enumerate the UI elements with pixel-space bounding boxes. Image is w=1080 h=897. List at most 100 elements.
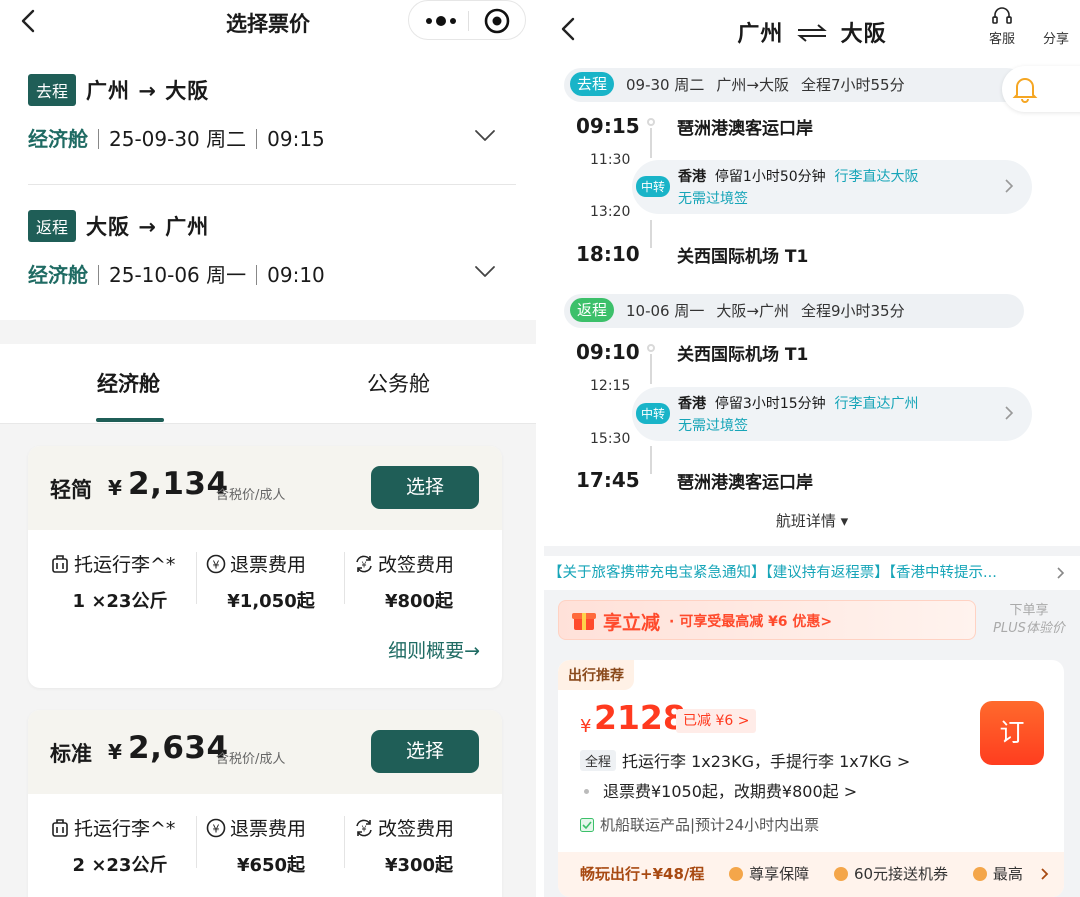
outbound-summary: 去程 09-30 周二 广州→大阪 全程7小时55分: [564, 68, 1024, 102]
mini-program-capsule: [408, 0, 526, 40]
transfer-info[interactable]: 中转 香港 停留3小时15分钟 行李直达广州 无需过境签: [632, 387, 1032, 441]
transfer-departure-time: 13:20: [590, 204, 631, 220]
chevron-right-icon: [1057, 567, 1065, 579]
fare-card: 标准 ¥ 2,634 含税价/成人 选择 托运行李^* 2 ×23公斤 ¥ 退票费…: [28, 710, 502, 897]
chevron-down-icon[interactable]: [474, 128, 496, 144]
benefit-item: 尊享保障: [729, 852, 809, 897]
exchange-icon: ¥: [356, 555, 372, 573]
chevron-down-icon[interactable]: [474, 264, 496, 280]
baggage-value: 1 ×23公斤: [72, 591, 168, 612]
departure-station: 关西国际机场 T1: [677, 345, 809, 365]
discount-badge[interactable]: 已减 ¥6 >: [676, 709, 757, 733]
travel-package-bar[interactable]: 畅玩出行+¥48/程 尊享保障 60元接送机券 最高: [558, 852, 1064, 897]
select-button[interactable]: 选择: [371, 730, 479, 773]
yen-circle-icon: ¥: [206, 818, 226, 838]
tab-economy[interactable]: 经济舱: [97, 368, 160, 398]
transfer-city: 香港: [678, 396, 706, 412]
change-info: ¥ 改签费用 ¥800起: [354, 550, 484, 612]
currency-symbol: ¥: [108, 740, 122, 764]
transfer-city: 香港: [678, 169, 706, 185]
segment-route: 大阪→广州: [716, 302, 789, 320]
tax-note: 含税价/成人: [216, 752, 286, 767]
luggage-icon: [52, 555, 68, 573]
change-value: ¥800起: [384, 591, 454, 612]
refund-label: 退票费用: [230, 554, 307, 576]
baggage-text: 托运行李 1x23KG，手提行李 1x7KG >: [622, 752, 911, 771]
itinerary-panel: 广州 大阪 客服 分享 去程 09-30 周二 广州→大阪 全程7小时55分 09:1…: [544, 0, 1080, 897]
baggage-through: 行李直达广州: [834, 396, 919, 412]
svg-text:¥: ¥: [213, 823, 220, 836]
change-value: ¥300起: [384, 855, 454, 876]
transfer-tag: 中转: [636, 176, 671, 197]
divider: [28, 184, 516, 185]
transfer-info[interactable]: 中转 香港 停留1小时50分钟 行李直达大阪 无需过境签: [632, 160, 1032, 214]
recommend-tag: 出行推荐: [558, 660, 634, 690]
svg-text:¥: ¥: [361, 825, 366, 834]
refund-label: 退票费用: [230, 818, 307, 840]
fare-benefits: 托运行李^* 1 ×23公斤 ¥ 退票费用 ¥1,050起 ¥ 改签费用 ¥800起…: [28, 530, 502, 662]
product-text: 机船联运产品|预计24小时内出票: [600, 816, 820, 834]
book-button[interactable]: 订: [980, 701, 1044, 765]
benefit-item: 60元接送机券: [833, 852, 948, 897]
trip-time: 09:10: [267, 263, 325, 287]
benefit-item: 最高: [972, 852, 1023, 897]
capsule-divider: [468, 11, 469, 31]
more-icon[interactable]: [423, 11, 459, 31]
customer-service-button[interactable]: 客服: [982, 6, 1022, 47]
outbound-trip[interactable]: 去程 广州 → 大阪 经济舱 25-09-30 周二 09:15: [28, 74, 516, 154]
svg-text:¥: ¥: [213, 559, 220, 572]
title-origin: 广州: [737, 22, 784, 47]
trip-scope-chip: 全程: [580, 750, 617, 771]
benefit-icon: [729, 867, 744, 881]
chevron-right-icon: [1005, 406, 1014, 420]
fare-header: 标准 ¥ 2,634 含税价/成人 选择: [28, 710, 502, 794]
itinerary: 去程 09-30 周二 广州→大阪 全程7小时55分 09:15 琶洲港澳客运口岸 1…: [544, 62, 1080, 546]
refund-info: ¥ 退票费用 ¥650起: [206, 814, 336, 876]
segment-tag: 返程: [570, 298, 615, 322]
refund-value: ¥1,050起: [227, 591, 315, 612]
instant-discount-banner[interactable]: 享立减 · 可享受最高减 ¥6 优惠>: [558, 600, 976, 640]
cabin-tabs: 经济舱 公务舱: [0, 344, 536, 424]
inbound-summary: 返程 10-06 周一 大阪→广州 全程9小时35分: [564, 294, 1024, 328]
share-button[interactable]: 分享: [1036, 28, 1076, 47]
fare-name: 标准: [50, 742, 92, 766]
trip-tag: 返程: [28, 210, 77, 242]
baggage-through: 行李直达大阪: [834, 169, 919, 185]
select-button[interactable]: 选择: [371, 466, 479, 509]
price-alert-button[interactable]: 降价提醒: [1002, 66, 1080, 112]
fare-selection-panel: 选择票价 去程 广州 → 大阪 经济舱 25-09-30 周二 09:15 返程 大阪 …: [0, 0, 536, 897]
product-note: 机船联运产品|预计24小时内出票: [580, 814, 819, 835]
visa-note: 无需过境签: [678, 191, 748, 207]
offer-price: 2128: [594, 698, 686, 737]
segment-duration: 全程9小时35分: [800, 302, 905, 320]
luggage-icon: [52, 819, 68, 837]
trip-details: 经济舱 25-10-06 周一 09:10: [28, 260, 516, 290]
change-info: ¥ 改签费用 ¥300起: [354, 814, 484, 876]
flight-details-toggle[interactable]: 航班详情 ▾: [544, 510, 1080, 531]
transfer-stay: 停留3小时15分钟: [714, 396, 826, 412]
transfer-stay: 停留1小时50分钟: [714, 169, 826, 185]
recommended-offer: 出行推荐 ¥ 2128 已减 ¥6 > 订 全程 托运行李 1x23KG，手提行李…: [558, 660, 1064, 897]
visa-note: 无需过境签: [678, 418, 748, 434]
svg-text:¥: ¥: [361, 561, 366, 570]
cabin-class: 经济舱: [28, 127, 88, 151]
baggage-label: 托运行李^*: [74, 818, 176, 840]
fare-card: 轻简 ¥ 2,134 含税价/成人 选择 托运行李^* 1 ×23公斤 ¥ 退票费…: [28, 446, 502, 688]
trip-date: 25-10-06 周一: [109, 263, 247, 287]
notice-bar[interactable]: 【关于旅客携带充电宝紧急通知】【建议持有返程票】【香港中转提示...: [544, 556, 1080, 590]
fee-summary[interactable]: 退票费¥1050起，改期费¥800起 >: [580, 778, 857, 802]
tax-note: 含税价/成人: [216, 488, 286, 503]
segment-date: 10-06 周一: [626, 302, 705, 320]
fare-header: 轻简 ¥ 2,134 含税价/成人 选择: [28, 446, 502, 530]
tab-business[interactable]: 公务舱: [367, 368, 430, 398]
transfer-departure-time: 15:30: [590, 431, 631, 447]
share-label: 分享: [1042, 32, 1069, 47]
baggage-value: 2 ×23公斤: [72, 855, 168, 876]
inbound-trip[interactable]: 返程 大阪 → 广州 经济舱 25-10-06 周一 09:10: [28, 210, 516, 290]
rules-summary-link[interactable]: 细则概要→: [388, 636, 480, 663]
departure-time: 09:10: [576, 340, 640, 364]
segment-route: 广州→大阪: [716, 76, 789, 94]
close-miniprogram-icon[interactable]: [483, 7, 511, 35]
baggage-summary[interactable]: 全程 托运行李 1x23KG，手提行李 1x7KG >: [580, 748, 910, 772]
section-gap: [0, 320, 536, 344]
